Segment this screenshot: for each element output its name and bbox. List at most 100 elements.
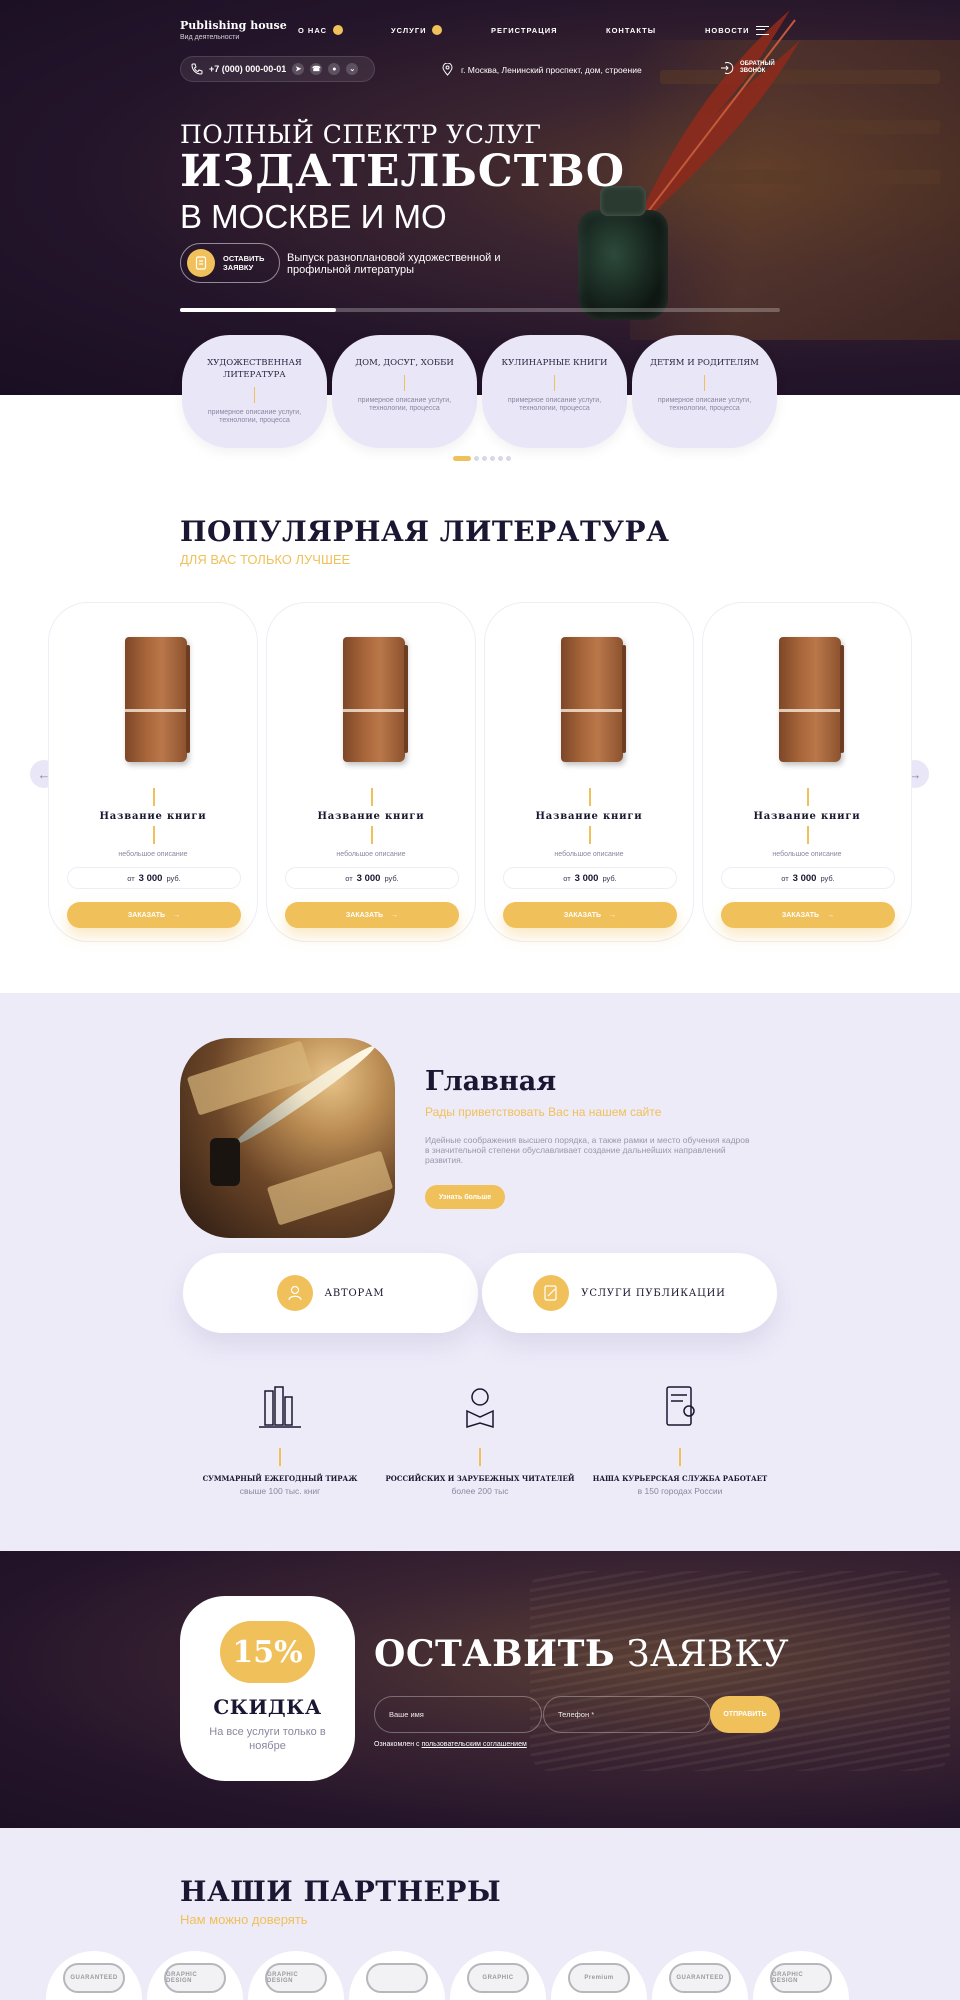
price-prefix: от bbox=[127, 873, 135, 883]
category-pagination bbox=[453, 456, 511, 461]
phone-number[interactable]: +7 (000) 000-00-01 bbox=[209, 64, 286, 74]
order-button-label: ЗАКАЗАТЬ bbox=[345, 911, 384, 919]
phone-input[interactable]: Телефон * bbox=[543, 1696, 711, 1733]
leave-request-button[interactable]: ОСТАВИТЬ ЗАЯВКУ bbox=[180, 243, 280, 283]
partner-logo[interactable]: GRAPHIC DESIGN bbox=[248, 1951, 344, 2000]
nav-item-about[interactable]: О НАС bbox=[298, 24, 343, 36]
edit-document-icon bbox=[533, 1275, 570, 1311]
product-card[interactable]: Название книги небольшое описание от 3 00… bbox=[48, 602, 258, 942]
nav-item-services[interactable]: УСЛУГИ bbox=[391, 24, 443, 36]
product-card[interactable]: Название книги небольшое описание от 3 00… bbox=[266, 602, 476, 942]
contact-pill: +7 (000) 000-00-01 ➤ ☎ ● ⌄ bbox=[180, 56, 375, 82]
nav-label: РЕГИСТРАЦИЯ bbox=[491, 25, 558, 35]
partners-section: НАШИ ПАРТНЕРЫ Нам можно доверять GUARANT… bbox=[0, 1828, 960, 2000]
arrow-right-icon: → bbox=[609, 911, 617, 919]
product-card[interactable]: Название книги небольшое описание от 3 00… bbox=[702, 602, 912, 942]
about-subtitle: Рады приветствовать Вас на нашем сайте bbox=[425, 1105, 662, 1119]
authors-card[interactable]: АВТОРАМ bbox=[183, 1253, 478, 1333]
pagination-dot[interactable] bbox=[490, 456, 495, 461]
partner-logos: GUARANTEED GRAPHIC DESIGN GRAPHIC DESIGN… bbox=[46, 1951, 849, 2000]
partner-logo[interactable]: GRAPHIC bbox=[450, 1951, 546, 2000]
order-line2: ЗАЯВКУ bbox=[223, 263, 254, 272]
hamburger-menu-icon[interactable] bbox=[755, 25, 769, 35]
name-input[interactable]: Ваше имя bbox=[374, 1696, 542, 1733]
consent-text: Ознакомлен с пользовательским соглашение… bbox=[374, 1741, 527, 1748]
price-currency: руб. bbox=[602, 873, 617, 883]
pagination-dot[interactable] bbox=[506, 456, 511, 461]
pagination-dot[interactable] bbox=[453, 456, 471, 461]
price-value: 3 000 bbox=[574, 872, 599, 884]
category-desc: примерное описание услуги, технологии, п… bbox=[357, 397, 452, 412]
divider bbox=[153, 788, 155, 806]
partner-logo[interactable]: GRAPHIC DESIGN bbox=[147, 1951, 243, 2000]
partner-seal: GRAPHIC DESIGN bbox=[164, 1963, 226, 1993]
stat-value: в 150 городах России bbox=[637, 1486, 723, 1496]
logo-name: Publishing house bbox=[180, 19, 287, 32]
telegram-icon[interactable]: ➤ bbox=[292, 63, 305, 75]
price-value: 3 000 bbox=[138, 872, 163, 884]
category-card[interactable]: КУЛИНАРНЫЕ КНИГИ примерное описание услу… bbox=[482, 335, 627, 448]
pagination-dot[interactable] bbox=[498, 456, 503, 461]
product-price: от 3 000 руб. bbox=[721, 867, 895, 889]
stat-value: более 200 тыс bbox=[451, 1486, 509, 1496]
request-section: 15% СКИДКА На все услуги только в ноябре… bbox=[0, 1551, 960, 1828]
stat-title: СУММАРНЫЙ ЕЖЕГОДНЫЙ ТИРАЖ bbox=[202, 1474, 358, 1483]
authors-card-label: АВТОРАМ bbox=[324, 1287, 385, 1299]
price-prefix: от bbox=[781, 873, 789, 883]
arrow-right-icon: → bbox=[827, 911, 835, 919]
site-logo[interactable]: Publishing house Вид деятельности bbox=[180, 19, 287, 41]
divider bbox=[679, 1448, 681, 1466]
category-desc: примерное описание услуги, технологии, п… bbox=[207, 409, 302, 424]
learn-more-button[interactable]: Узнать больше bbox=[425, 1185, 505, 1209]
chevron-down-icon[interactable]: ⌄ bbox=[346, 63, 359, 75]
send-button[interactable]: ОТПРАВИТЬ bbox=[710, 1696, 780, 1733]
category-card[interactable]: ДЕТЯМ И РОДИТЕЛЯМ примерное описание усл… bbox=[632, 335, 777, 448]
order-button[interactable]: ЗАКАЗАТЬ → bbox=[67, 902, 241, 928]
nav-item-news[interactable]: НОВОСТИ bbox=[705, 24, 769, 36]
partner-logo[interactable]: GUARANTEED bbox=[46, 1951, 142, 2000]
product-name: Название книги bbox=[317, 811, 425, 822]
divider bbox=[807, 826, 809, 844]
stat-circulation: СУММАРНЫЙ ЕЖЕГОДНЫЙ ТИРАЖ свыше 100 тыс.… bbox=[180, 1383, 380, 1496]
nav-label: О НАС bbox=[298, 25, 327, 35]
publication-services-card[interactable]: УСЛУГИ ПУБЛИКАЦИИ bbox=[482, 1253, 777, 1333]
publication-services-label: УСЛУГИ ПУБЛИКАЦИИ bbox=[581, 1287, 726, 1299]
author-icon bbox=[276, 1275, 313, 1311]
price-prefix: от bbox=[563, 873, 571, 883]
callback-button[interactable]: ОБРАТНЫЙ ЗВОНОК bbox=[720, 61, 775, 75]
address: г. Москва, Ленинский проспект, дом, стро… bbox=[442, 63, 642, 76]
request-title-bold: ОСТАВИТЬ bbox=[374, 1633, 616, 1675]
divider bbox=[589, 788, 591, 806]
user-agreement-link[interactable]: пользовательским соглашением bbox=[422, 1741, 527, 1748]
partner-logo[interactable] bbox=[349, 1951, 445, 2000]
category-desc: примерное описание услуги, технологии, п… bbox=[657, 397, 752, 412]
divider bbox=[589, 826, 591, 844]
pagination-dot[interactable] bbox=[474, 456, 479, 461]
popular-subtitle: ДЛЯ ВАС ТОЛЬКО ЛУЧШЕЕ bbox=[180, 552, 351, 567]
paper-shape bbox=[266, 1150, 394, 1226]
category-card[interactable]: ДОМ, ДОСУГ, ХОББИ примерное описание усл… bbox=[332, 335, 477, 448]
pagination-dot[interactable] bbox=[482, 456, 487, 461]
partner-logo[interactable]: GUARANTEED bbox=[652, 1951, 748, 2000]
partner-logo[interactable]: GRAPHIC DESIGN bbox=[753, 1951, 849, 2000]
whatsapp-icon[interactable]: ☎ bbox=[310, 63, 323, 75]
nav-label: КОНТАКТЫ bbox=[606, 25, 657, 35]
order-button[interactable]: ЗАКАЗАТЬ → bbox=[503, 902, 677, 928]
category-desc: примерное описание услуги, технологии, п… bbox=[507, 397, 602, 412]
order-button[interactable]: ЗАКАЗАТЬ → bbox=[285, 902, 459, 928]
nav-item-registration[interactable]: РЕГИСТРАЦИЯ bbox=[491, 24, 557, 36]
book-image bbox=[779, 637, 844, 762]
partner-logo[interactable]: Premium bbox=[551, 1951, 647, 2000]
hero-slider-progress[interactable] bbox=[180, 308, 780, 312]
hero-pretitle: ПОЛНЫЙ СПЕКТР УСЛУГ bbox=[180, 120, 542, 149]
discount-title: СКИДКА bbox=[213, 1695, 322, 1719]
hero-subtitle: В МОСКВЕ И МО bbox=[180, 198, 447, 235]
product-card[interactable]: Название книги небольшое описание от 3 00… bbox=[484, 602, 694, 942]
logo-tagline: Вид деятельности bbox=[180, 34, 240, 41]
viber-icon[interactable]: ● bbox=[328, 63, 341, 75]
order-button[interactable]: ЗАКАЗАТЬ → bbox=[721, 902, 895, 928]
price-currency: руб. bbox=[166, 873, 181, 883]
product-carousel: Название книги небольшое описание от 3 00… bbox=[48, 602, 912, 942]
nav-item-contacts[interactable]: КОНТАКТЫ bbox=[606, 24, 656, 36]
category-card[interactable]: ХУДОЖЕСТВЕННАЯ ЛИТЕРАТУРА примерное опис… bbox=[182, 335, 327, 448]
